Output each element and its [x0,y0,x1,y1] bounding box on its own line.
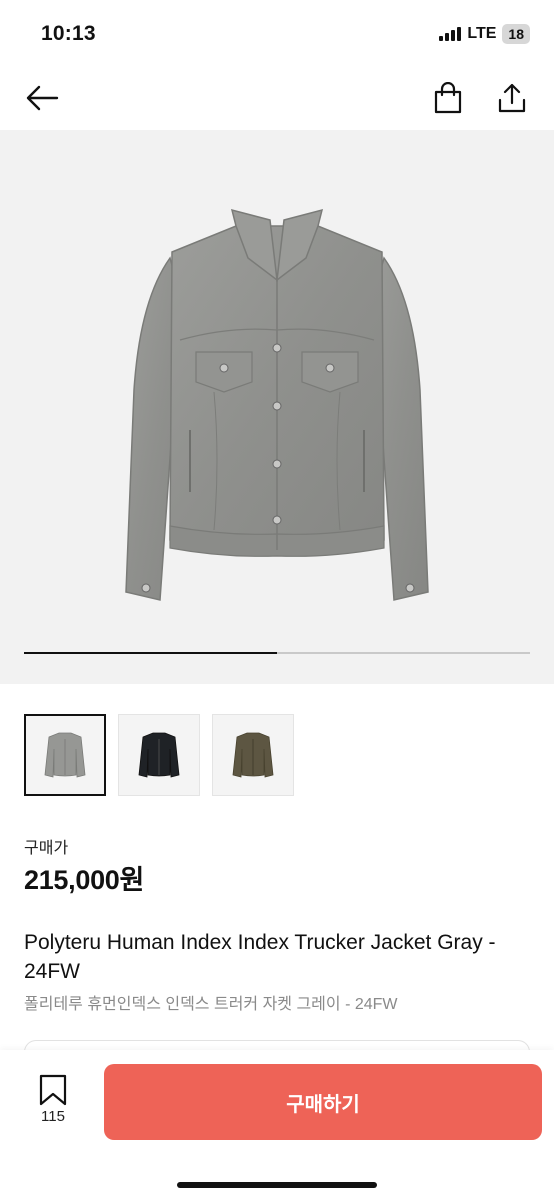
back-button[interactable] [22,78,62,118]
battery-icon: 18 [502,24,530,44]
gray-jacket-thumbnail [44,732,86,778]
price-value: 215,000원 [24,865,145,895]
thumbnail-khaki[interactable] [212,714,294,796]
bottom-action-bar: 115 구매하기 [0,1050,554,1200]
black-jacket-thumbnail [138,732,180,778]
product-title-korean: 폴리테루 휴먼인덱스 인덱스 트러커 자켓 그레이 - 24FW [24,996,398,1013]
network-label: LTE [467,25,497,42]
share-button[interactable] [492,78,532,118]
back-arrow-icon [26,85,59,111]
buy-button[interactable]: 구매하기 [104,1064,542,1140]
jacket-image [125,208,429,601]
signal-icon [439,27,462,41]
share-icon [498,83,526,113]
khaki-jacket-thumbnail [232,732,274,778]
top-nav [0,64,554,130]
price-label: 구매가 [24,840,69,857]
thumbnail-gray[interactable] [24,714,106,796]
product-image-gallery[interactable] [0,130,554,684]
color-thumbnails [24,714,294,796]
thumbnail-black[interactable] [118,714,200,796]
status-bar: 10:13 LTE 18 [0,0,554,64]
bookmark-count: 115 [41,1108,65,1125]
home-indicator [177,1182,377,1188]
product-title: Polyteru Human Index Index Trucker Jacke… [24,931,496,983]
status-indicators: LTE 18 [439,24,530,44]
bookmark-button[interactable]: 115 [30,1074,76,1125]
gallery-progress-fill [24,652,277,654]
status-time: 10:13 [41,22,96,45]
gallery-progress [24,652,530,654]
shopping-bag-icon [434,82,462,114]
bookmark-icon [39,1074,67,1106]
shopping-bag-button[interactable] [428,78,468,118]
